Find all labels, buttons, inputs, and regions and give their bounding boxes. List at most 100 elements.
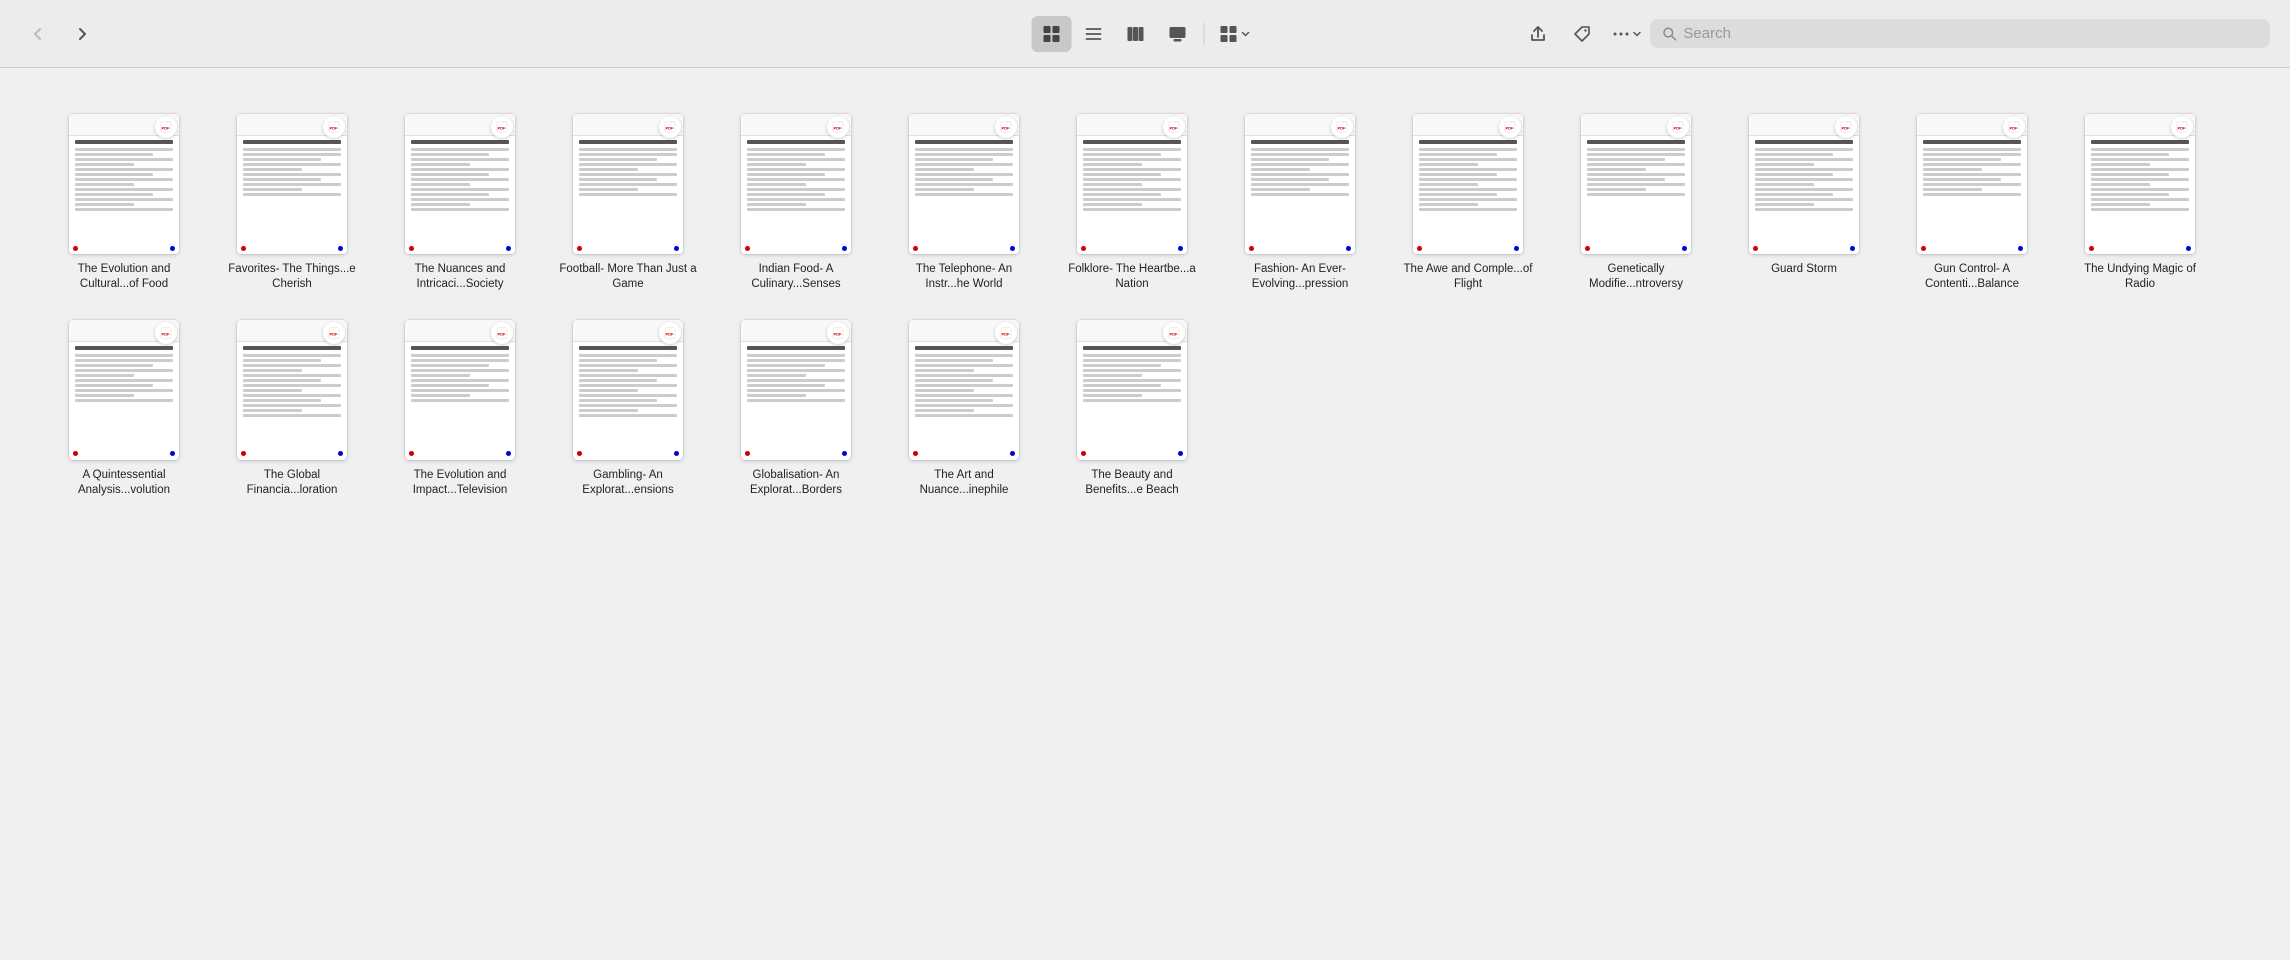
svg-text:PDF: PDF bbox=[330, 126, 339, 131]
file-item[interactable]: PDFFolklore- The Heartbe...a Nation bbox=[1052, 102, 1212, 300]
file-item[interactable]: PDFGlobalisation- An Explorat...Borders bbox=[716, 308, 876, 506]
share-button[interactable] bbox=[1518, 16, 1558, 52]
file-thumbnail: PDF bbox=[1749, 114, 1859, 254]
svg-text:PDF: PDF bbox=[1002, 331, 1011, 336]
pdf-badge: PDF bbox=[995, 322, 1017, 344]
file-item[interactable]: PDF The Evolution and Impact...Television bbox=[380, 308, 540, 506]
file-thumbnail: PDF bbox=[405, 114, 515, 254]
file-item[interactable]: PDF Indian Food- A Culinary...Senses bbox=[716, 102, 876, 300]
view-columns-button[interactable] bbox=[1116, 16, 1156, 52]
pdf-badge: PDF bbox=[1499, 116, 1521, 138]
file-thumbnail: PDF bbox=[741, 114, 851, 254]
pdf-badge: PDF bbox=[1331, 116, 1353, 138]
pdf-badge: PDF bbox=[659, 322, 681, 344]
pdf-badge: PDF bbox=[491, 322, 513, 344]
toolbar bbox=[0, 0, 2290, 68]
file-thumbnail: PDF bbox=[1077, 320, 1187, 460]
file-thumbnail: PDF bbox=[405, 320, 515, 460]
file-item[interactable]: PDF The Beauty and Benefits...e Beach bbox=[1052, 308, 1212, 506]
file-label: The Undying Magic of Radio bbox=[2070, 262, 2210, 292]
tag-button[interactable] bbox=[1562, 16, 1602, 52]
view-gallery-button[interactable] bbox=[1158, 16, 1198, 52]
file-label: Football- More Than Just a Game bbox=[558, 262, 698, 292]
file-thumbnail: PDF bbox=[69, 320, 179, 460]
file-item[interactable]: PDFThe Art and Nuance...inephile bbox=[884, 308, 1044, 506]
svg-text:PDF: PDF bbox=[1674, 126, 1683, 131]
svg-text:PDF: PDF bbox=[2010, 126, 2019, 131]
view-list-button[interactable] bbox=[1074, 16, 1114, 52]
pdf-badge: PDF bbox=[155, 116, 177, 138]
svg-text:PDF: PDF bbox=[498, 331, 507, 336]
file-thumbnail: PDF bbox=[573, 114, 683, 254]
file-item[interactable]: PDF Gambling- An Explorat...ensions bbox=[548, 308, 708, 506]
file-item[interactable]: PDF Guard Storm bbox=[1724, 102, 1884, 300]
file-item[interactable]: PDF Football- More Than Just a Game bbox=[548, 102, 708, 300]
file-label: Guard Storm bbox=[1771, 262, 1837, 277]
svg-text:PDF: PDF bbox=[834, 331, 843, 336]
back-button[interactable] bbox=[20, 16, 56, 52]
file-item[interactable]: PDF The Evolution and Cultural...of Food bbox=[44, 102, 204, 300]
file-label: A Quintessential Analysis...volution bbox=[54, 468, 194, 498]
file-item[interactable]: PDF The Undying Magic of Radio bbox=[2060, 102, 2220, 300]
file-thumbnail: PDF bbox=[1245, 114, 1355, 254]
svg-text:PDF: PDF bbox=[162, 126, 171, 131]
file-item[interactable]: PDF The Awe and Comple...of Flight bbox=[1388, 102, 1548, 300]
file-thumbnail: PDF bbox=[69, 114, 179, 254]
file-thumbnail: PDF bbox=[573, 320, 683, 460]
file-item[interactable]: PDF The Telephone- An Instr...he World bbox=[884, 102, 1044, 300]
pdf-badge: PDF bbox=[491, 116, 513, 138]
file-label: Genetically Modifie...ntroversy bbox=[1566, 262, 1706, 292]
search-bar[interactable] bbox=[1650, 19, 2270, 48]
file-label: The Telephone- An Instr...he World bbox=[894, 262, 1034, 292]
pdf-badge: PDF bbox=[323, 322, 345, 344]
file-label: Indian Food- A Culinary...Senses bbox=[726, 262, 866, 292]
svg-text:PDF: PDF bbox=[1842, 126, 1851, 131]
svg-text:PDF: PDF bbox=[834, 126, 843, 131]
file-label: The Awe and Comple...of Flight bbox=[1398, 262, 1538, 292]
pdf-badge: PDF bbox=[995, 116, 1017, 138]
svg-text:PDF: PDF bbox=[162, 331, 171, 336]
file-item[interactable]: PDF Favorites- The Things...e Cherish bbox=[212, 102, 372, 300]
svg-text:PDF: PDF bbox=[2178, 126, 2187, 131]
pdf-badge: PDF bbox=[1667, 116, 1689, 138]
file-item[interactable]: PDF Genetically Modifie...ntroversy bbox=[1556, 102, 1716, 300]
view-group-button[interactable] bbox=[1211, 20, 1259, 48]
file-label: The Evolution and Cultural...of Food bbox=[54, 262, 194, 292]
file-grid: PDFThe Evolution and Cultural...of FoodP… bbox=[0, 68, 2290, 540]
pdf-badge: PDF bbox=[2003, 116, 2025, 138]
file-label: The Nuances and Intricaci...Society bbox=[390, 262, 530, 292]
pdf-badge: PDF bbox=[1163, 322, 1185, 344]
svg-text:PDF: PDF bbox=[666, 331, 675, 336]
file-item[interactable]: PDF The Nuances and Intricaci...Society bbox=[380, 102, 540, 300]
file-thumbnail: PDF bbox=[909, 320, 1019, 460]
file-label: The Global Financia...loration bbox=[222, 468, 362, 498]
more-button[interactable] bbox=[1606, 16, 1646, 52]
file-thumbnail: PDF bbox=[741, 320, 851, 460]
forward-button[interactable] bbox=[64, 16, 100, 52]
pdf-badge: PDF bbox=[1163, 116, 1185, 138]
file-label: The Beauty and Benefits...e Beach bbox=[1062, 468, 1202, 498]
svg-text:PDF: PDF bbox=[1170, 126, 1179, 131]
view-grid-button[interactable] bbox=[1032, 16, 1072, 52]
file-item[interactable]: PDF The Global Financia...loration bbox=[212, 308, 372, 506]
file-label: Gambling- An Explorat...ensions bbox=[558, 468, 698, 498]
file-item[interactable]: PDFGun Control- A Contenti...Balance bbox=[1892, 102, 2052, 300]
svg-text:PDF: PDF bbox=[498, 126, 507, 131]
file-item[interactable]: PDF A Quintessential Analysis...volution bbox=[44, 308, 204, 506]
file-item[interactable]: PDF Fashion- An Ever- Evolving...pression bbox=[1220, 102, 1380, 300]
svg-text:PDF: PDF bbox=[1002, 126, 1011, 131]
toolbar-separator bbox=[1204, 23, 1205, 45]
file-label: Fashion- An Ever- Evolving...pression bbox=[1230, 262, 1370, 292]
svg-text:PDF: PDF bbox=[330, 331, 339, 336]
pdf-badge: PDF bbox=[155, 322, 177, 344]
file-thumbnail: PDF bbox=[237, 114, 347, 254]
svg-text:PDF: PDF bbox=[1170, 331, 1179, 336]
pdf-badge: PDF bbox=[323, 116, 345, 138]
file-label: Favorites- The Things...e Cherish bbox=[222, 262, 362, 292]
pdf-badge: PDF bbox=[1835, 116, 1857, 138]
file-label: The Evolution and Impact...Television bbox=[390, 468, 530, 498]
file-thumbnail: PDF bbox=[2085, 114, 2195, 254]
pdf-badge: PDF bbox=[659, 116, 681, 138]
file-thumbnail: PDF bbox=[1413, 114, 1523, 254]
search-input[interactable] bbox=[1683, 25, 2258, 42]
